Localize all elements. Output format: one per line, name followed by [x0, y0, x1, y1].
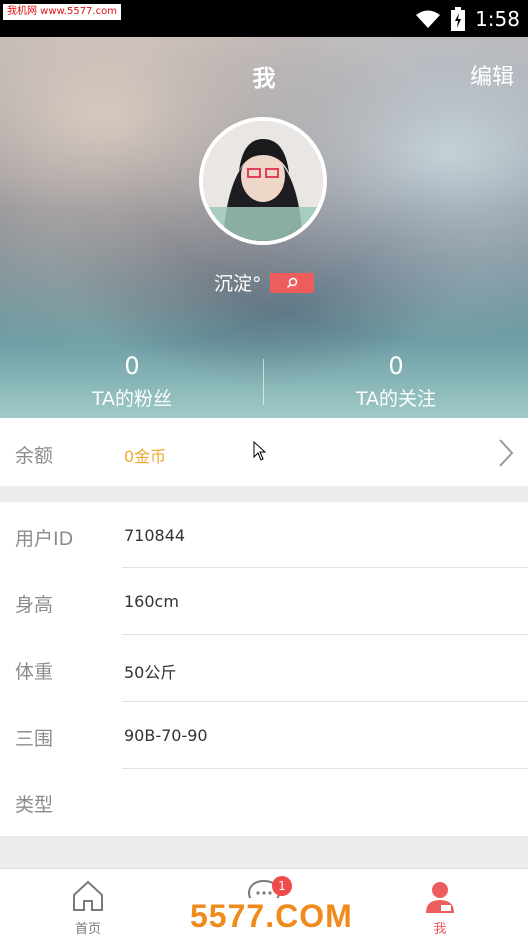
person-icon: [426, 882, 454, 913]
tab-label: 首页: [74, 922, 101, 937]
chevron-right-icon: [499, 439, 514, 467]
followers-label: TA的粉丝: [91, 388, 173, 410]
search-icon: [286, 277, 298, 289]
battery-icon: [451, 7, 466, 31]
following-stat[interactable]: 0 TA的关注: [264, 352, 528, 411]
nickname: 沉淀°: [214, 273, 262, 295]
followers-count: 0: [124, 352, 140, 380]
avatar-image: [203, 121, 323, 241]
profile-header: 我 编辑 沉淀° 0 TA的粉丝 0 TA的关注: [0, 37, 528, 418]
info-value: 50公斤: [124, 663, 177, 682]
following-count: 0: [388, 352, 404, 380]
bottom-watermark: 5577.COM: [184, 898, 364, 938]
balance-row[interactable]: 余额 0金币: [0, 418, 528, 486]
info-label: 类型: [15, 794, 54, 816]
balance-label: 余额: [15, 445, 54, 467]
profile-info-list: 用户ID 710844 身高 160cm 体重 50公斤 三围 90B-70-9…: [0, 502, 528, 836]
clock: 1:58: [475, 7, 520, 31]
unread-badge: 1: [272, 876, 292, 896]
row-divider: [122, 567, 528, 568]
info-value: 710844: [124, 526, 186, 545]
tab-label: 我: [433, 922, 447, 937]
row-divider: [122, 634, 528, 635]
info-label: 体重: [15, 661, 54, 683]
tab-home[interactable]: 首页: [0, 869, 176, 941]
page-title: 我: [252, 66, 276, 92]
info-label: 三围: [15, 728, 54, 750]
edit-button[interactable]: 编辑: [470, 59, 514, 91]
info-value: 90B-70-90: [124, 726, 208, 745]
mouse-cursor-icon: [253, 441, 267, 461]
info-label: 用户ID: [15, 528, 74, 550]
search-tag[interactable]: [270, 273, 314, 293]
info-label: 身高: [15, 594, 54, 616]
row-divider: [122, 768, 528, 769]
info-value: 160cm: [124, 592, 179, 611]
wifi-icon: [416, 10, 441, 28]
balance-value: 0金币: [124, 447, 167, 466]
following-label: TA的关注: [355, 388, 437, 410]
status-bar: 我机网 www.5577.com 1:58: [0, 0, 528, 37]
watermark-text: 5577.COM: [190, 898, 353, 934]
home-icon: [73, 880, 103, 911]
tab-me[interactable]: 我: [352, 869, 528, 941]
avatar[interactable]: [199, 117, 327, 245]
row-divider: [122, 701, 528, 702]
followers-stat[interactable]: 0 TA的粉丝: [0, 352, 264, 411]
site-watermark: 我机网 www.5577.com: [3, 4, 121, 20]
